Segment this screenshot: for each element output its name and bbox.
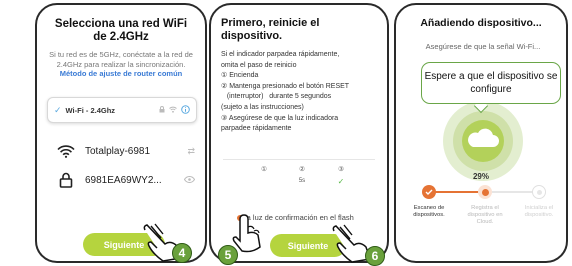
network-item[interactable]: Totalplay-6981 ⇄ (55, 145, 195, 158)
lock-small-icon (159, 105, 165, 115)
wait-tooltip: Espere a que el dispositivo se configure (421, 62, 561, 104)
step-badge-6: 6 (365, 246, 385, 266)
step-label-init: Inicializa el dispositivo. (524, 205, 554, 219)
step-illustration: ① ② ③ 5s ✓ (223, 159, 375, 191)
wifi-small-icon (169, 106, 177, 115)
wifi-signal-hint: Asegúrese de que la señal Wi-Fi... (425, 42, 541, 51)
swap-icon: ⇄ (187, 146, 195, 156)
info-icon[interactable] (181, 104, 190, 116)
instruction-line: Si el indicador parpadea rápidamente, (221, 51, 340, 58)
instruction-text: Si tu red es de 5GHz, conéctate a la red… (49, 50, 193, 69)
wifi-instructions: Si tu red es de 5GHz, conéctate a la red… (45, 50, 197, 79)
step-label-scan: Escaneo de dispositivos. (413, 205, 445, 219)
wifi-icon (55, 145, 77, 158)
selected-ssid: Wi-Fi - 2.4Ghz (65, 105, 116, 115)
instruction-line: ② Mantenga presionado el botón RESET (221, 82, 350, 90)
router-settings-link[interactable]: Método de ajuste de router común (60, 69, 183, 78)
screen-adding-device: Añadiendo dispositivo... Asegúrese de qu… (394, 3, 568, 263)
network-item[interactable]: 6981EA69WY2... (55, 172, 196, 188)
page-title: Selecciona una red WiFi de 2.4GHz (54, 18, 188, 43)
selected-wifi-card[interactable]: ✓ Wi-Fi - 2.4Ghz (47, 97, 197, 123)
step-number-1: ① (261, 166, 267, 173)
page-title: Primero, reinicie el dispositivo. (221, 17, 320, 42)
eye-icon[interactable] (183, 175, 196, 185)
step-dot-pending (532, 185, 546, 199)
progress-percent: 29% (472, 172, 489, 181)
step-number-2: ② (299, 166, 305, 173)
step-dot-done (422, 185, 436, 199)
step-number-3: ③ (338, 166, 344, 173)
reset-instructions: Si el indicador parpadea rápidamente, om… (221, 50, 381, 135)
step-dot-active (478, 185, 492, 199)
network-name: Totalplay-6981 (85, 146, 151, 157)
step-badge-5: 5 (218, 245, 238, 265)
instruction-line: (sujeto a las instrucciones) (221, 103, 304, 111)
instruction-line: omita el paso de reinicio (221, 61, 297, 69)
instruction-line: parpadee rápidamente (221, 125, 292, 133)
step-connector-done (429, 191, 479, 193)
instruction-line: (interruptor) durante 5 segundos (221, 93, 332, 101)
instruction-line: ① Encienda (221, 72, 259, 80)
check-icon: ✓ (54, 104, 62, 115)
five-seconds-label: 5s (298, 178, 306, 184)
instruction-line: ③ Asegúrese de que la luz indicadora (221, 114, 339, 122)
step-connector-pending (492, 191, 537, 193)
network-name: 6981EA69WY2... (85, 174, 162, 186)
step-badge-4: 4 (172, 243, 192, 263)
progress-steps: Escaneo de dispositivos. Registra el dis… (396, 183, 566, 243)
lock-icon (55, 172, 77, 188)
check-icon: ✓ (337, 177, 345, 186)
step-label-register: Registra el dispositivo en Cloud. (467, 205, 503, 226)
page-title: Añadiendo dispositivo... (420, 17, 542, 29)
